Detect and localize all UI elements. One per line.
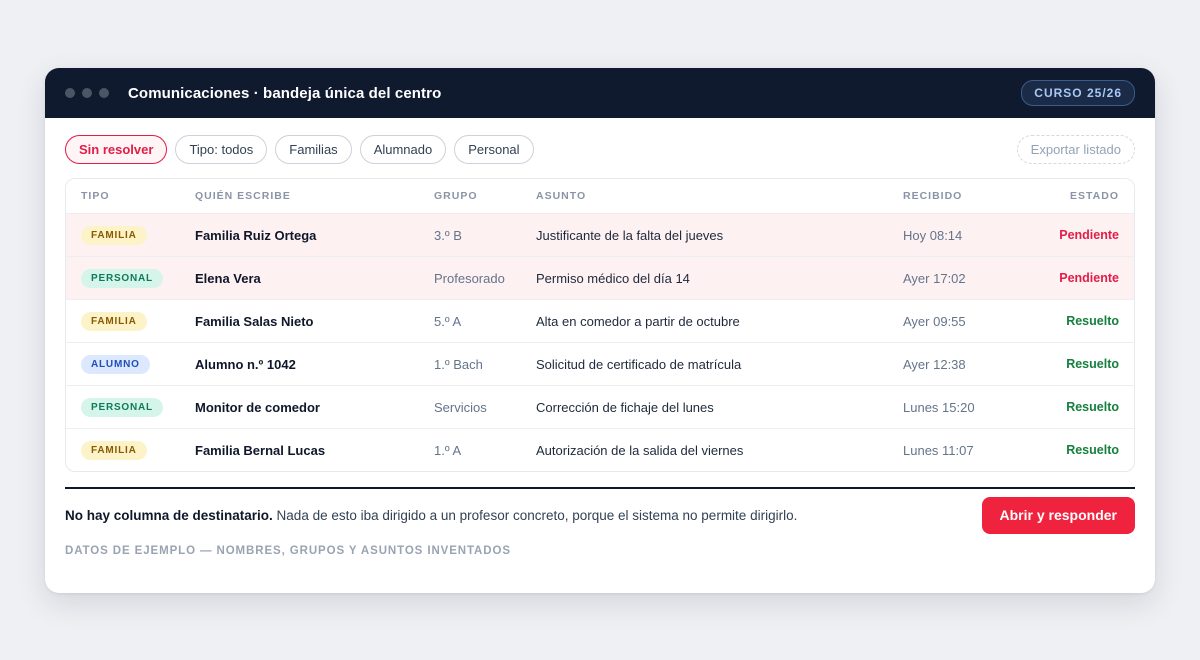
- window-controls: [65, 88, 109, 98]
- group-cell: 1.º Bach: [434, 356, 483, 372]
- type-cell: PERSONAL: [66, 268, 195, 288]
- table-row[interactable]: FAMILIA Familia Ruiz Ortega 3.º B Justifica…: [66, 213, 1134, 256]
- received-cell: Lunes 11:07: [903, 442, 974, 458]
- sender-cell: Monitor de comedor: [195, 399, 320, 415]
- status-badge: Resuelto: [1066, 357, 1119, 371]
- column-header-who[interactable]: QUIÉN ESCRIBE: [195, 190, 434, 202]
- title-bar: Comunicaciones · bandeja única del centr…: [45, 68, 1155, 118]
- footer-note-bold: No hay columna de destinatario.: [65, 507, 273, 523]
- type-tag: PERSONAL: [81, 397, 163, 417]
- filter-chip-group: Sin resolver Tipo: todos Familias Alumnado P…: [65, 134, 534, 164]
- status-badge: Pendiente: [1059, 271, 1119, 285]
- subject-cell: Justificante de la falta del jueves: [536, 227, 724, 243]
- type-cell: ALUMNO: [66, 354, 195, 374]
- filter-bar: Sin resolver Tipo: todos Familias Alumnado P…: [65, 134, 1135, 164]
- group-cell: Profesorado: [434, 270, 505, 286]
- filter-chip[interactable]: Sin resolver: [65, 134, 168, 164]
- received-cell: Ayer 17:02: [903, 270, 966, 286]
- table-row[interactable]: PERSONAL Monitor de comedor Servicios Corre…: [66, 385, 1134, 428]
- table-body: FAMILIA Familia Ruiz Ortega 3.º B Justifica…: [66, 213, 1134, 471]
- group-cell: 5.º A: [434, 313, 462, 329]
- subject-cell: Alta en comedor a partir de octubre: [536, 313, 740, 329]
- column-header-subject[interactable]: ASUNTO: [536, 190, 903, 202]
- export-button[interactable]: Exportar listado: [1016, 134, 1135, 164]
- received-cell: Lunes 15:20: [903, 399, 975, 415]
- open-reply-button[interactable]: Abrir y responder: [981, 496, 1135, 534]
- type-tag: FAMILIA: [81, 225, 147, 245]
- type-tag: PERSONAL: [81, 268, 163, 288]
- type-cell: PERSONAL: [66, 397, 195, 417]
- type-cell: FAMILIA: [66, 440, 195, 460]
- window-title: Comunicaciones · bandeja única del centr…: [128, 84, 442, 102]
- messages-table: TIPO QUIÉN ESCRIBE GRUPO ASUNTO RECIBIDO…: [65, 178, 1135, 472]
- type-tag: ALUMNO: [81, 354, 150, 374]
- type-cell: FAMILIA: [66, 225, 195, 245]
- status-badge: Resuelto: [1066, 443, 1119, 457]
- filter-chip[interactable]: Alumnado: [359, 134, 447, 164]
- window-dot-icon[interactable]: [99, 88, 109, 98]
- subject-cell: Solicitud de certificado de matrícula: [536, 356, 742, 372]
- table-row[interactable]: ALUMNO Alumno n.º 1042 1.º Bach Solicitud d…: [66, 342, 1134, 385]
- sender-cell: Familia Bernal Lucas: [195, 442, 326, 458]
- footer-bar: No hay columna de destinatario. Nada de …: [65, 489, 1135, 541]
- filter-chip[interactable]: Familias: [275, 134, 352, 164]
- type-tag: FAMILIA: [81, 311, 147, 331]
- group-cell: 1.º A: [434, 442, 462, 458]
- sender-cell: Familia Ruiz Ortega: [195, 227, 317, 243]
- table-row[interactable]: FAMILIA Familia Salas Nieto 5.º A Alta en c…: [66, 299, 1134, 342]
- table-row[interactable]: PERSONAL Elena Vera Profesorado Permiso méd…: [66, 256, 1134, 299]
- column-header-received[interactable]: RECIBIDO: [903, 190, 1033, 202]
- column-header-state[interactable]: ESTADO: [1033, 190, 1134, 202]
- column-header-group[interactable]: GRUPO: [434, 190, 536, 202]
- received-cell: Ayer 12:38: [903, 356, 966, 372]
- main-content: Sin resolver Tipo: todos Familias Alumnado P…: [45, 118, 1155, 557]
- group-cell: 3.º B: [434, 227, 462, 243]
- received-cell: Ayer 09:55: [903, 313, 966, 329]
- table-header: TIPO QUIÉN ESCRIBE GRUPO ASUNTO RECIBIDO…: [66, 179, 1134, 213]
- filter-chip[interactable]: Tipo: todos: [175, 134, 268, 164]
- status-badge: Pendiente: [1059, 228, 1119, 242]
- subject-cell: Autorización de la salida del viernes: [536, 442, 744, 458]
- subject-cell: Permiso médico del día 14: [536, 270, 690, 286]
- app-window: Comunicaciones · bandeja única del centr…: [45, 68, 1155, 593]
- filter-chip[interactable]: Personal: [454, 134, 534, 164]
- window-dot-icon[interactable]: [82, 88, 92, 98]
- footer-note-text: Nada de esto iba dirigido a un profesor …: [272, 507, 798, 523]
- subject-cell: Corrección de fichaje del lunes: [536, 399, 714, 415]
- sender-cell: Elena Vera: [195, 270, 261, 286]
- group-cell: Servicios: [434, 399, 487, 415]
- status-badge: Resuelto: [1066, 400, 1119, 414]
- type-tag: FAMILIA: [81, 440, 147, 460]
- sample-data-disclaimer: DATOS DE EJEMPLO — NOMBRES, GRUPOS Y ASU…: [65, 545, 511, 557]
- sender-cell: Familia Salas Nieto: [195, 313, 314, 329]
- received-cell: Hoy 08:14: [903, 227, 963, 243]
- course-badge: CURSO 25/26: [1021, 80, 1135, 106]
- column-header-type[interactable]: TIPO: [66, 190, 195, 202]
- footer-note: No hay columna de destinatario. Nada de …: [65, 508, 797, 523]
- status-badge: Resuelto: [1066, 314, 1119, 328]
- window-dot-icon[interactable]: [65, 88, 75, 98]
- type-cell: FAMILIA: [66, 311, 195, 331]
- table-row[interactable]: FAMILIA Familia Bernal Lucas 1.º A Autoriza…: [66, 428, 1134, 471]
- sender-cell: Alumno n.º 1042: [195, 356, 296, 372]
